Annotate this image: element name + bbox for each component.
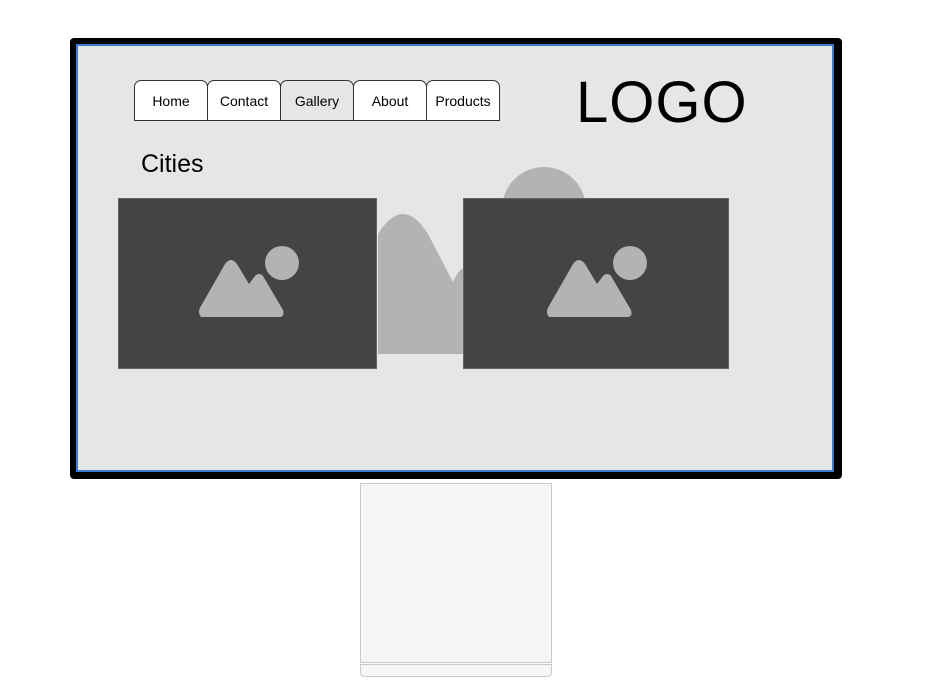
tab-products[interactable]: Products <box>426 80 500 121</box>
gallery-image[interactable] <box>463 198 729 369</box>
tab-about[interactable]: About <box>353 80 427 121</box>
logo: LOGO <box>576 70 748 135</box>
nav-tabs: Home Contact Gallery About Products <box>134 80 500 121</box>
monitor-frame: Home Contact Gallery About Products LOGO… <box>70 38 842 479</box>
monitor-screen: Home Contact Gallery About Products LOGO… <box>76 44 834 472</box>
gallery-image[interactable] <box>118 198 377 369</box>
monitor-stand <box>360 483 552 663</box>
image-placeholder-icon <box>198 245 299 317</box>
tab-home[interactable]: Home <box>134 80 208 121</box>
page-title: Cities <box>141 150 204 178</box>
monitor-stand-base <box>360 664 552 677</box>
tab-gallery[interactable]: Gallery <box>280 80 354 121</box>
tab-contact[interactable]: Contact <box>207 80 281 121</box>
stage: Home Contact Gallery About Products LOGO… <box>0 0 925 699</box>
image-placeholder-icon <box>547 245 647 317</box>
